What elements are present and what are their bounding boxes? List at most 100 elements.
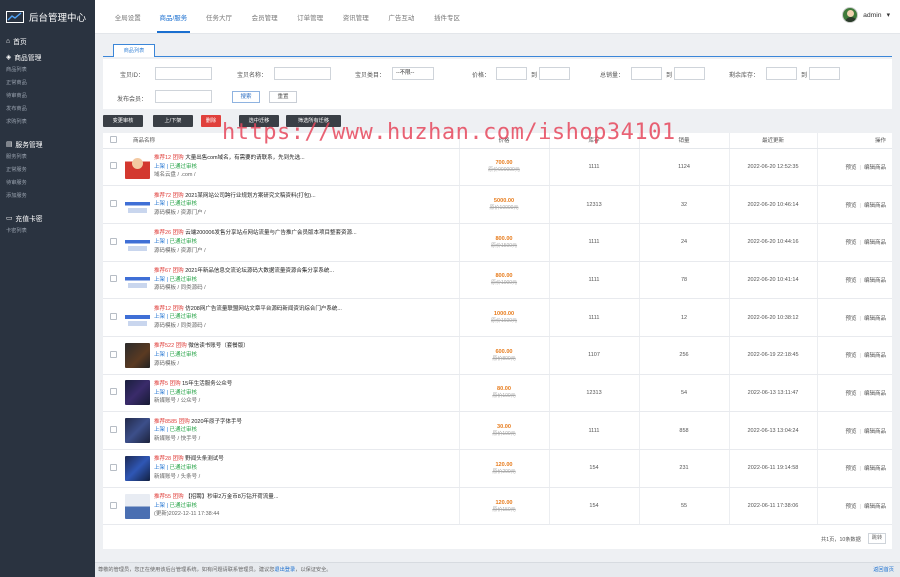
back-home-link[interactable]: 返回首页	[873, 563, 894, 577]
nav-tab-news[interactable]: 资讯管理	[333, 0, 379, 33]
tab-goods-list[interactable]: 商品列表	[113, 44, 155, 57]
row-checkbox[interactable]	[109, 388, 117, 396]
edit-goods-link[interactable]: 编辑商品	[864, 316, 886, 322]
sidebar-item-goods-publish[interactable]: 发布商品	[6, 103, 48, 116]
nav-tab-members[interactable]: 会员管理	[242, 0, 288, 33]
preview-link[interactable]: 预览	[846, 429, 857, 435]
sidebar-item-service-add[interactable]: 添加服务	[6, 190, 48, 203]
user-menu[interactable]: admin ▾	[842, 7, 890, 23]
sidebar-item-card-list[interactable]: 卡密列表	[6, 225, 48, 238]
migrate-selected-button[interactable]: 选中迁移	[239, 115, 279, 127]
sidebar-item-service-normal[interactable]: 正常服务	[6, 164, 48, 177]
product-title[interactable]: 云端200006发售分享站点网站流量与广告推广会员版本项目整套资源...	[185, 230, 356, 236]
change-audit-button[interactable]: 变更审核	[103, 115, 143, 127]
edit-goods-link[interactable]: 编辑商品	[864, 240, 886, 246]
row-checkbox[interactable]	[109, 350, 117, 358]
go-page-button[interactable]: 跳转	[868, 533, 886, 544]
sidebar-item-goods-pending[interactable]: 待审商品	[6, 90, 48, 103]
preview-link[interactable]: 预览	[846, 240, 857, 246]
row-checkbox[interactable]	[109, 501, 117, 509]
select-all-checkbox[interactable]	[109, 135, 117, 143]
product-title[interactable]: 大量出售com域名，有需要的请联系，先到先选...	[185, 155, 304, 161]
preview-link[interactable]: 预览	[846, 466, 857, 472]
product-title[interactable]: 微信读书账号（套餐版）	[188, 343, 249, 349]
sales-min-input[interactable]	[631, 67, 662, 80]
product-title[interactable]: 野闻头条测试号	[185, 456, 224, 462]
product-title[interactable]: 2021某网站公司跨行业规划方案研究文稿资料(打包)...	[185, 193, 315, 199]
product-title[interactable]: 仿208网广告流量联盟网站文章平台源码新闻资讯综合门户系统...	[185, 306, 342, 312]
preview-link[interactable]: 预览	[846, 165, 857, 171]
preview-link[interactable]: 预览	[846, 353, 857, 359]
price-min-input[interactable]	[496, 67, 527, 80]
edit-goods-link[interactable]: 编辑商品	[864, 429, 886, 435]
row-checkbox[interactable]	[109, 463, 117, 471]
sidebar-item-goods-normal[interactable]: 正常商品	[6, 77, 48, 90]
product-title[interactable]: 15年生活服务公众号	[182, 381, 232, 387]
product-title[interactable]: 【招聘】秒审2万金币8万钻开荷流量...	[185, 494, 278, 500]
reset-button[interactable]: 重置	[269, 91, 297, 103]
preview-link[interactable]: 预览	[846, 316, 857, 322]
edit-goods-link[interactable]: 编辑商品	[864, 391, 886, 397]
sales-max-input[interactable]	[674, 67, 705, 80]
sidebar-group-service[interactable]: ▤ 服务管理	[0, 137, 95, 151]
search-button[interactable]: 搜索	[232, 91, 260, 103]
delete-button[interactable]: 删除	[201, 115, 221, 127]
product-thumbnail[interactable]	[125, 229, 150, 255]
row-checkbox[interactable]	[109, 162, 117, 170]
sidebar-item-service-pending[interactable]: 待审服务	[6, 177, 48, 190]
preview-link[interactable]: 预览	[846, 203, 857, 209]
sidebar-group-cards[interactable]: ▭ 充值卡密	[0, 211, 95, 225]
nav-tab-goods[interactable]: 商品/服务	[151, 0, 197, 33]
product-title[interactable]: 2021年新品信息交流论坛源码大数据流量资源合集分享系统...	[185, 268, 334, 274]
col-updated: 最近更新	[729, 133, 818, 149]
product-thumbnail[interactable]	[125, 342, 150, 368]
edit-goods-link[interactable]: 编辑商品	[864, 278, 886, 284]
row-checkbox[interactable]	[109, 200, 117, 208]
row-checkbox[interactable]	[109, 275, 117, 283]
sidebar-group-goods[interactable]: ◈ 商品管理	[0, 50, 95, 64]
nav-tab-plugins[interactable]: 插件专区	[424, 0, 470, 33]
migrate-all-button[interactable]: 筛选所有迁移	[286, 115, 341, 127]
product-thumbnail[interactable]	[125, 380, 150, 406]
actions-cell: 预览 | 编辑商品	[817, 487, 892, 526]
publisher-input[interactable]	[155, 90, 212, 103]
product-title[interactable]: 2020年原子字体手号	[191, 419, 242, 425]
logout-link[interactable]: 退出登录	[274, 567, 295, 573]
stock-min-input[interactable]	[766, 67, 797, 80]
preview-link[interactable]: 预览	[846, 278, 857, 284]
row-checkbox[interactable]	[109, 426, 117, 434]
stock-max-input[interactable]	[809, 67, 840, 80]
edit-goods-link[interactable]: 编辑商品	[864, 466, 886, 472]
sidebar-item-goods-list[interactable]: 商品列表	[6, 64, 48, 77]
goods-cat-select[interactable]: --不限--	[392, 67, 434, 80]
row-checkbox[interactable]	[109, 313, 117, 321]
sales-cell: 858	[639, 411, 730, 450]
avatar	[842, 7, 859, 23]
nav-tab-global[interactable]: 全局设置	[105, 0, 151, 33]
price-max-input[interactable]	[539, 67, 570, 80]
preview-link[interactable]: 预览	[846, 504, 857, 510]
edit-goods-link[interactable]: 编辑商品	[864, 165, 886, 171]
goods-id-input[interactable]	[155, 67, 212, 80]
product-thumbnail[interactable]	[125, 455, 150, 481]
product-thumbnail[interactable]	[125, 192, 150, 218]
nav-tab-orders[interactable]: 订单管理	[287, 0, 333, 33]
product-info: 推荐26 团购 云端200006发售分享站点网站流量与广告推广会员版本项目整套资…	[123, 229, 459, 255]
product-thumbnail[interactable]	[125, 305, 150, 331]
edit-goods-link[interactable]: 编辑商品	[864, 504, 886, 510]
nav-tab-tasks[interactable]: 任务大厅	[196, 0, 242, 33]
shelf-toggle-button[interactable]: 上/下架	[153, 115, 193, 127]
product-thumbnail[interactable]	[125, 267, 150, 293]
edit-goods-link[interactable]: 编辑商品	[864, 353, 886, 359]
product-thumbnail[interactable]	[125, 493, 150, 519]
sidebar-item-service-list[interactable]: 服务列表	[6, 151, 48, 164]
goods-name-input[interactable]	[274, 67, 331, 80]
preview-link[interactable]: 预览	[846, 391, 857, 397]
product-thumbnail[interactable]	[125, 418, 150, 444]
sidebar-item-goods-wanted[interactable]: 求购列表	[6, 116, 48, 129]
product-thumbnail[interactable]	[125, 154, 150, 180]
row-checkbox[interactable]	[109, 237, 117, 245]
sidebar-item-home[interactable]: ⌂ 首页	[0, 34, 95, 48]
nav-tab-ads[interactable]: 广告互动	[379, 0, 425, 33]
edit-goods-link[interactable]: 编辑商品	[864, 203, 886, 209]
